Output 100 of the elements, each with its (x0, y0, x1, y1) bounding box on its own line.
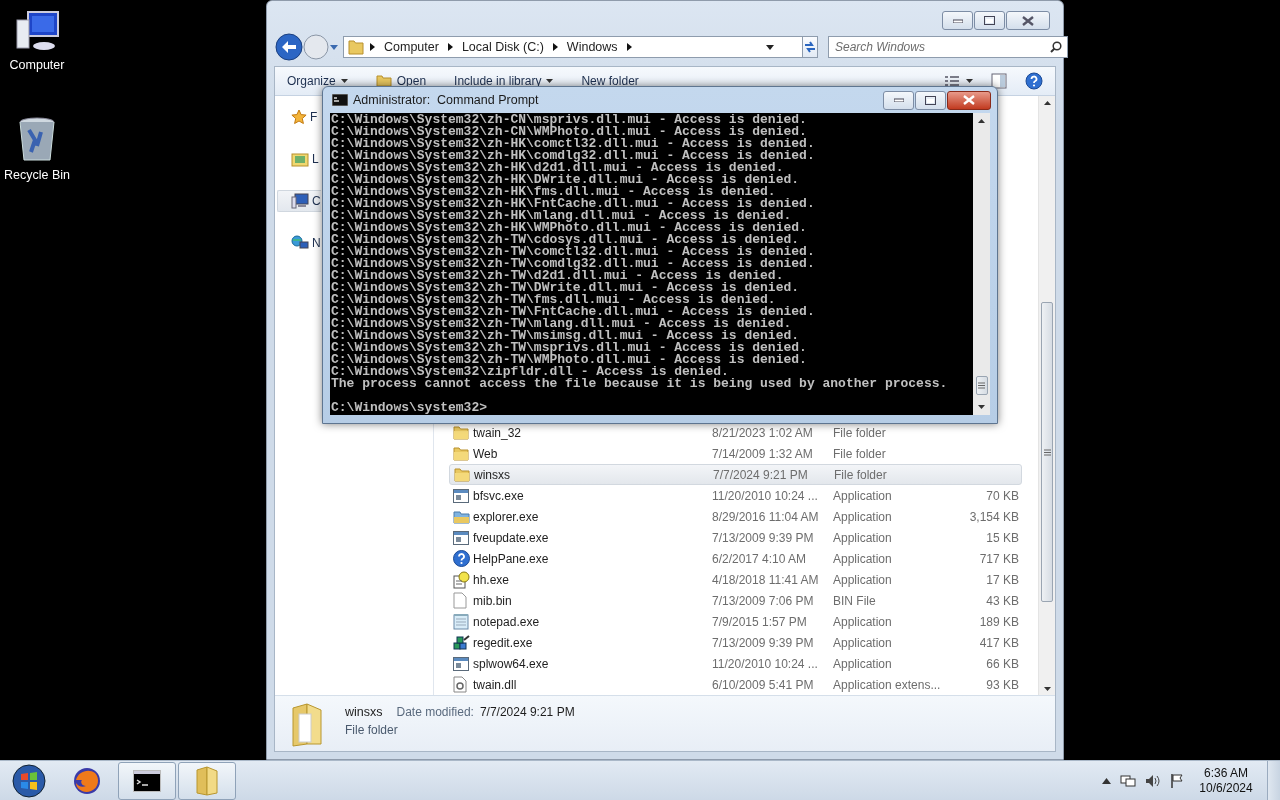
chevron-icon[interactable] (447, 43, 453, 51)
file-type: Application (833, 551, 893, 566)
history-dropdown-icon[interactable] (329, 43, 339, 51)
file-name: explorer.exe (473, 509, 540, 524)
console-line: C:\Windows\System32\zh-TW\msimsg.dll.mui - Access is denied. (331, 330, 800, 342)
caret-icon (340, 79, 348, 83)
close-button[interactable] (947, 90, 991, 110)
scrollbar[interactable] (1038, 96, 1055, 695)
show-hidden-icons-button[interactable] (1102, 777, 1111, 784)
console-line: C:\Windows\System32\zh-TW\fms.dll.mui - Access is denied. (331, 294, 776, 306)
file-type: Application (833, 509, 893, 524)
help-icon[interactable] (1025, 72, 1043, 90)
maximize-button[interactable] (974, 11, 1005, 30)
close-button[interactable] (1006, 11, 1050, 30)
blank-file-icon (453, 592, 467, 609)
refresh-button[interactable] (802, 36, 818, 58)
file-row[interactable]: twain.dll 6/10/2009 5:41 PM Application extens... 93 KB (449, 674, 1022, 695)
grip-icon (1043, 448, 1051, 456)
file-row[interactable]: twain_32 8/21/2023 1:02 AM File folder (449, 422, 1022, 443)
address-bar[interactable]: Computer Local Disk (C:) Windows (343, 36, 803, 58)
start-button[interactable] (12, 763, 46, 798)
file-row[interactable]: hh.exe 4/18/2018 11:41 AM Application 17 KB (449, 569, 1022, 590)
file-row[interactable]: Web 7/14/2009 1:32 AM File folder (449, 443, 1022, 464)
file-row[interactable]: explorer.exe 8/29/2016 11:04 AM Application 3,154 KB (449, 506, 1022, 527)
date-modified: 8/21/2023 1:02 AM (712, 425, 814, 440)
back-button[interactable] (275, 33, 303, 61)
scroll-up-icon (1043, 100, 1051, 105)
console-line: C:\Windows\System32\zh-HK\fms.dll.mui - Access is denied. (331, 186, 776, 198)
file-row[interactable]: splwow64.exe 11/20/2010 10:24 ... Application 66 KB (449, 653, 1022, 674)
date-modified: 8/29/2016 11:04 AM (712, 509, 820, 524)
chevron-icon[interactable] (552, 43, 558, 51)
nav-item[interactable]: F (275, 106, 318, 128)
date-modified: 7/13/2009 9:39 PM (712, 635, 815, 650)
console-line: C:\Windows\System32\zh-HK\DWrite.dll.mui - Access is denied. (331, 174, 801, 186)
file-size: 189 KB (978, 614, 1019, 629)
console-line: C:\Windows\System32\zh-CN\WMPhoto.dll.mui - Access is denied. (331, 126, 807, 138)
folder-icon (454, 467, 470, 482)
file-row[interactable]: regedit.exe 7/13/2009 9:39 PM Application 417 KB (449, 632, 1022, 653)
nav-item[interactable]: C (277, 190, 321, 212)
date-modified: 11/20/2010 10:24 ... (712, 656, 819, 671)
folder-icon (194, 765, 220, 796)
maximize-button[interactable] (915, 90, 946, 110)
dropdown-arrow-icon[interactable] (766, 44, 774, 50)
nav-item[interactable]: N (275, 232, 321, 254)
file-row[interactable]: notepad.exe 7/9/2015 1:57 PM Application 189 KB (449, 611, 1022, 632)
command-prompt[interactable]: C:\Windows\system32> (331, 402, 973, 414)
chevron-icon[interactable] (626, 43, 632, 51)
clock[interactable]: 6:36 AM 10/6/2024 (1193, 767, 1259, 794)
folder-icon (453, 425, 469, 440)
file-row[interactable]: mib.bin 7/13/2009 7:06 PM BIN File 43 KB (449, 590, 1022, 611)
scrollbar[interactable] (973, 113, 990, 415)
recycle-bin-icon[interactable] (17, 116, 57, 164)
computer-icon (291, 193, 309, 209)
file-row[interactable]: fveupdate.exe 7/13/2009 9:39 PM Application 15 KB (449, 527, 1022, 548)
date-modified: 11/20/2010 10:24 ... (712, 488, 819, 503)
minimize-icon (893, 98, 904, 102)
preview-pane-icon[interactable] (991, 73, 1007, 89)
chevron-icon[interactable] (370, 43, 375, 51)
gear-file-icon (453, 676, 467, 693)
network-icon[interactable] (1120, 773, 1136, 788)
file-name: hh.exe (473, 572, 511, 587)
console-line: C:\Windows\System32\zh-HK\comctl32.dll.mui - Access is denied. (331, 138, 816, 150)
search-field[interactable]: Search Windows (828, 36, 1068, 58)
help-icon (453, 550, 470, 567)
file-type: File folder (834, 467, 888, 482)
breadcrumb-item[interactable]: Windows (563, 40, 621, 54)
toolbar-button[interactable]: New folder (581, 74, 639, 88)
file-row[interactable]: HelpPane.exe 6/2/2017 4:10 AM Application 717 KB (449, 548, 1022, 569)
speaker-icon[interactable] (1145, 773, 1161, 788)
desktop-icon-label[interactable]: Recycle Bin (4, 168, 70, 182)
file-type: BIN File (833, 593, 877, 608)
program-window-icon (453, 488, 469, 503)
toolbar-button[interactable]: Open (375, 74, 427, 88)
breadcrumb-item[interactable]: Computer (381, 40, 442, 54)
toolbar-button[interactable]: Include in library (454, 74, 554, 88)
breadcrumb-item[interactable]: Local Disk (C:) (458, 40, 547, 54)
view-list-icon[interactable] (945, 76, 973, 86)
desktop-icon-label[interactable]: Computer (9, 58, 65, 72)
console-line: C:\Windows\System32\zh-CN\msprivs.dll.mui - Access is denied. (331, 114, 808, 126)
taskbar-button[interactable] (118, 761, 176, 800)
file-row[interactable]: bfsvc.exe 11/20/2010 10:24 ... Application 70 KB (449, 485, 1022, 506)
flag-icon[interactable] (1170, 773, 1184, 788)
date-modified: 7/9/2015 1:57 PM (712, 614, 808, 629)
date-modified: 6/10/2009 5:41 PM (712, 677, 815, 692)
file-row[interactable]: winsxs 7/7/2024 9:21 PM File folder (449, 464, 1022, 485)
file-size: 66 KB (985, 656, 1019, 671)
program-window-icon (453, 656, 469, 671)
window-title: Administrator: Command Prompt (353, 93, 540, 107)
browser-icon (72, 765, 102, 796)
file-type: Application (833, 656, 893, 671)
toolbar-button[interactable]: Organize (287, 74, 348, 88)
console-line: C:\Windows\System32\zh-TW\cdosys.dll.mui - Access is denied. (331, 234, 800, 246)
nav-item[interactable]: L (275, 148, 319, 170)
date-modified: 7/13/2009 9:39 PM (712, 530, 815, 545)
file-name: mib.bin (473, 593, 513, 608)
date-modified: 4/18/2018 11:41 AM (712, 572, 820, 587)
file-size: 17 KB (985, 572, 1019, 587)
caret-icon (546, 79, 554, 83)
file-name: twain.dll (473, 677, 518, 692)
console-line: C:\Windows\System32\zh-HK\comdlg32.dll.mui - Access is denied. (331, 150, 816, 162)
